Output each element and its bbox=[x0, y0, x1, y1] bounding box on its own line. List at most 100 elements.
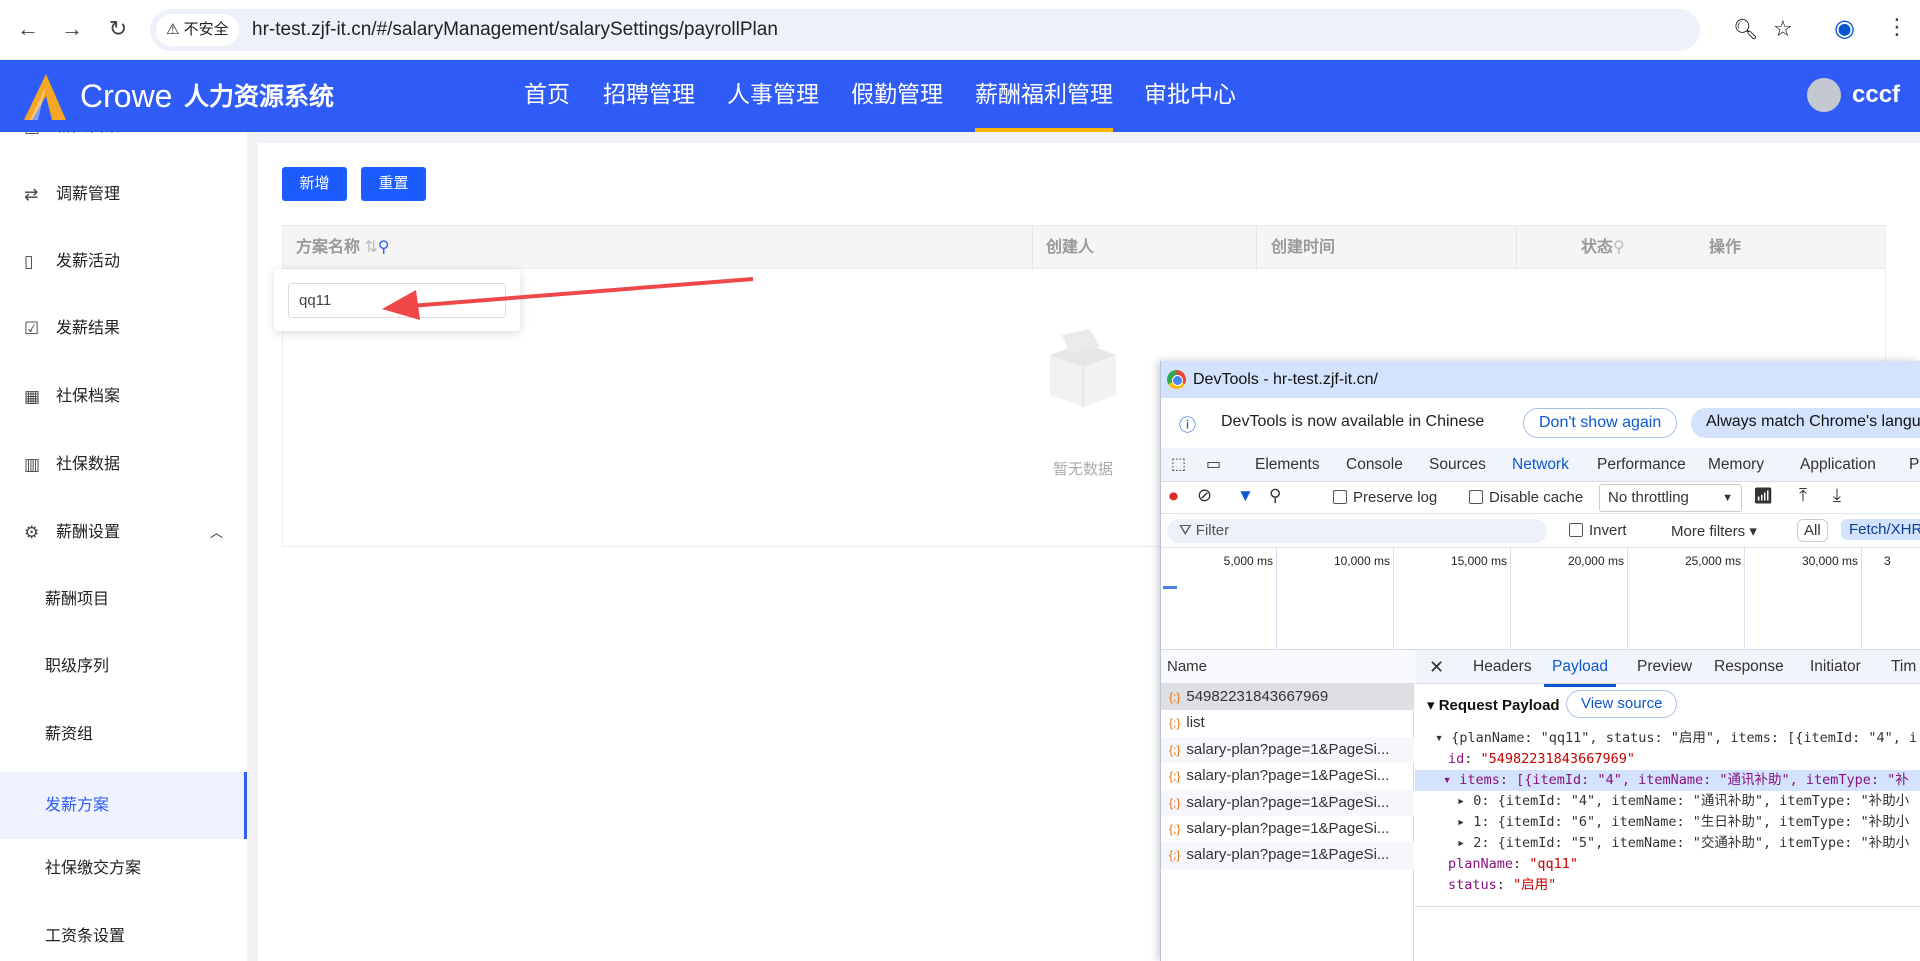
tab-performance[interactable]: Performance bbox=[1597, 448, 1686, 482]
sidebar-item-payroll-plan[interactable]: 发薪方案 bbox=[0, 772, 247, 839]
inspect-element-icon[interactable]: ⬚ bbox=[1171, 454, 1186, 474]
nav-approval[interactable]: 审批中心 bbox=[1144, 60, 1236, 132]
tab-application[interactable]: Application bbox=[1800, 448, 1876, 482]
device-toolbar-icon[interactable]: ▭ bbox=[1206, 454, 1221, 474]
close-icon[interactable]: ✕ bbox=[1429, 650, 1444, 684]
request-name: 54982231843667969 bbox=[1186, 688, 1329, 705]
menu-icon[interactable]: ⋮ bbox=[1886, 14, 1908, 40]
crowe-logo-icon bbox=[24, 74, 66, 120]
timeline-tick: 20,000 ms bbox=[1511, 548, 1628, 650]
view-source-button[interactable]: View source bbox=[1566, 690, 1678, 718]
request-row[interactable]: {;} salary-plan?page=1&PageSi... bbox=[1161, 816, 1414, 842]
sidebar-item-social-plan[interactable]: 社保缴交方案 bbox=[0, 839, 247, 899]
tab-console[interactable]: Console bbox=[1346, 448, 1403, 482]
sidebar-item-pay-result[interactable]: ☑ 发薪结果 bbox=[0, 299, 247, 359]
type-all-button[interactable]: All bbox=[1797, 519, 1828, 542]
payload-items[interactable]: ▾ items: [{itemId: "4", itemName: "通讯补助"… bbox=[1415, 770, 1920, 791]
record-stop-icon[interactable]: ⏺ bbox=[1169, 486, 1178, 507]
always-match-language-button[interactable]: Always match Chrome's langu bbox=[1691, 408, 1920, 438]
payload-summary[interactable]: ▾ {planName: "qq11", status: "启用", items… bbox=[1415, 728, 1920, 749]
request-row[interactable]: {;} salary-plan?page=1&PageSi... bbox=[1161, 736, 1414, 764]
reset-button[interactable]: 重置 bbox=[361, 167, 426, 201]
export-icon[interactable]: ⤓ bbox=[1833, 485, 1841, 506]
tab-preview[interactable]: Preview bbox=[1637, 650, 1692, 684]
sidebar-item-salary-group[interactable]: 薪资组 bbox=[0, 705, 247, 765]
zoom-icon[interactable]: 🔍︎ bbox=[1733, 17, 1758, 42]
tab-headers[interactable]: Headers bbox=[1473, 650, 1532, 684]
chevron-up-icon: ︿ bbox=[210, 525, 224, 540]
tab-network[interactable]: Network bbox=[1504, 448, 1577, 485]
sidebar-item-payslip-settings[interactable]: 工资条设置 bbox=[0, 907, 247, 961]
grid-icon: ▦ bbox=[24, 387, 41, 406]
sidebar-item-salary-items[interactable]: 薪酬项目 bbox=[0, 570, 247, 630]
import-icon[interactable]: ⤒ bbox=[1799, 485, 1807, 506]
nav-personnel[interactable]: 人事管理 bbox=[727, 60, 819, 132]
search-icon[interactable]: ⚲ bbox=[1613, 239, 1625, 256]
type-fetch-xhr-button[interactable]: Fetch/XHR bbox=[1841, 519, 1920, 540]
devtools-titlebar[interactable]: DevTools - hr-test.zjf-it.cn/ bbox=[1161, 361, 1920, 398]
sidebar-item-salary-settings[interactable]: ⚙ 薪酬设置 ︿ bbox=[0, 503, 247, 563]
search-icon[interactable]: ⚲ bbox=[1269, 486, 1281, 506]
payload-item[interactable]: ▸ 2: {itemId: "5", itemName: "交通补助", ite… bbox=[1415, 833, 1920, 854]
nav-attendance[interactable]: 假勤管理 bbox=[851, 60, 943, 132]
address-bar[interactable]: ⚠ 不安全 hr-test.zjf-it.cn/#/salaryManageme… bbox=[150, 9, 1793, 51]
request-row[interactable]: {;} salary-plan?page=1&PageSi... bbox=[1161, 842, 1414, 869]
sort-icon[interactable]: ⇅ bbox=[364, 239, 377, 256]
insecure-label: 不安全 bbox=[183, 21, 229, 38]
url-text[interactable]: hr-test.zjf-it.cn/#/salaryManagement/sal… bbox=[252, 9, 778, 51]
sidebar-item-job-grade[interactable]: 职级序列 bbox=[0, 637, 247, 697]
request-payload-section[interactable]: ▾ Request Payload bbox=[1427, 696, 1560, 714]
invert-checkbox[interactable]: Invert bbox=[1569, 522, 1627, 539]
add-button[interactable]: 新增 bbox=[282, 167, 347, 201]
network-timeline[interactable]: 5,000 ms 10,000 ms 15,000 ms 20,000 ms 2… bbox=[1161, 548, 1920, 650]
back-icon[interactable]: ← bbox=[14, 16, 42, 42]
sidebar-item-salary-archive[interactable]: ▤ 薪资档案 bbox=[0, 132, 247, 157]
reload-icon[interactable]: ↻ bbox=[104, 16, 132, 42]
nav-home[interactable]: 首页 bbox=[524, 60, 570, 132]
nav-salary-welfare[interactable]: 薪酬福利管理 bbox=[975, 60, 1113, 132]
name-column-header[interactable]: Name bbox=[1161, 650, 1414, 684]
tab-more[interactable]: Pr bbox=[1909, 448, 1920, 482]
empty-box-icon bbox=[1050, 329, 1116, 407]
throttling-select[interactable]: No throttling ▼ bbox=[1599, 484, 1742, 512]
sidebar-item-label: 发薪方案 bbox=[45, 797, 110, 814]
filter-input[interactable]: ⛛ Filter bbox=[1167, 519, 1547, 543]
tab-elements[interactable]: Elements bbox=[1255, 448, 1320, 482]
tab-initiator[interactable]: Initiator bbox=[1810, 650, 1861, 684]
tab-response[interactable]: Response bbox=[1714, 650, 1784, 684]
dont-show-again-button[interactable]: Don't show again bbox=[1523, 408, 1678, 438]
sidebar-item-social-data[interactable]: ▥ 社保数据 bbox=[0, 435, 247, 495]
forward-icon[interactable]: → bbox=[58, 16, 86, 42]
brand-name: Crowe bbox=[80, 78, 173, 114]
avatar[interactable] bbox=[1807, 78, 1841, 112]
network-conditions-icon[interactable]: 📶︎ bbox=[1753, 486, 1773, 506]
sidebar-item-salary-adjust[interactable]: ⇄ 调薪管理 bbox=[0, 165, 247, 225]
xhr-icon: {;} bbox=[1169, 716, 1181, 731]
request-row[interactable]: {;} list bbox=[1161, 710, 1414, 736]
search-icon[interactable]: ⚲ bbox=[378, 239, 390, 256]
request-detail: ✕ Headers Payload Preview Response Initi… bbox=[1415, 650, 1920, 961]
profile-icon[interactable]: ◉ bbox=[1834, 14, 1855, 43]
request-row[interactable]: {;} salary-plan?page=1&PageSi... bbox=[1161, 763, 1414, 789]
tab-memory[interactable]: Memory bbox=[1708, 448, 1764, 482]
tab-payload[interactable]: Payload bbox=[1544, 650, 1617, 687]
more-filters-dropdown[interactable]: More filters ▾ bbox=[1671, 522, 1757, 540]
clear-icon[interactable]: ⊘ bbox=[1197, 485, 1212, 506]
nav-recruitment[interactable]: 招聘管理 bbox=[603, 60, 695, 132]
sidebar-item-social-archive[interactable]: ▦ 社保档案 bbox=[0, 367, 247, 427]
value: "启用" bbox=[1513, 877, 1557, 893]
filter-icon[interactable]: ▼ bbox=[1237, 486, 1254, 506]
payload-item[interactable]: ▸ 0: {itemId: "4", itemName: "通讯补助", ite… bbox=[1415, 791, 1920, 812]
user-name[interactable]: cccf bbox=[1852, 78, 1900, 112]
security-indicator[interactable]: ⚠ 不安全 bbox=[156, 14, 239, 46]
request-row[interactable]: {;} salary-plan?page=1&PageSi... bbox=[1161, 789, 1414, 816]
tab-timing[interactable]: Tim bbox=[1891, 650, 1916, 684]
plan-name-filter-input[interactable] bbox=[288, 283, 506, 318]
request-row[interactable]: {;} 54982231843667969 bbox=[1161, 684, 1414, 711]
tab-sources[interactable]: Sources bbox=[1429, 448, 1486, 482]
payload-item[interactable]: ▸ 1: {itemId: "6", itemName: "生日补助", ite… bbox=[1415, 812, 1920, 833]
star-icon[interactable]: ☆ bbox=[1773, 16, 1793, 42]
preserve-log-checkbox[interactable]: Preserve log bbox=[1333, 489, 1437, 506]
sidebar-item-pay-activity[interactable]: ▯ 发薪活动 bbox=[0, 232, 247, 292]
disable-cache-checkbox[interactable]: Disable cache bbox=[1469, 489, 1583, 506]
